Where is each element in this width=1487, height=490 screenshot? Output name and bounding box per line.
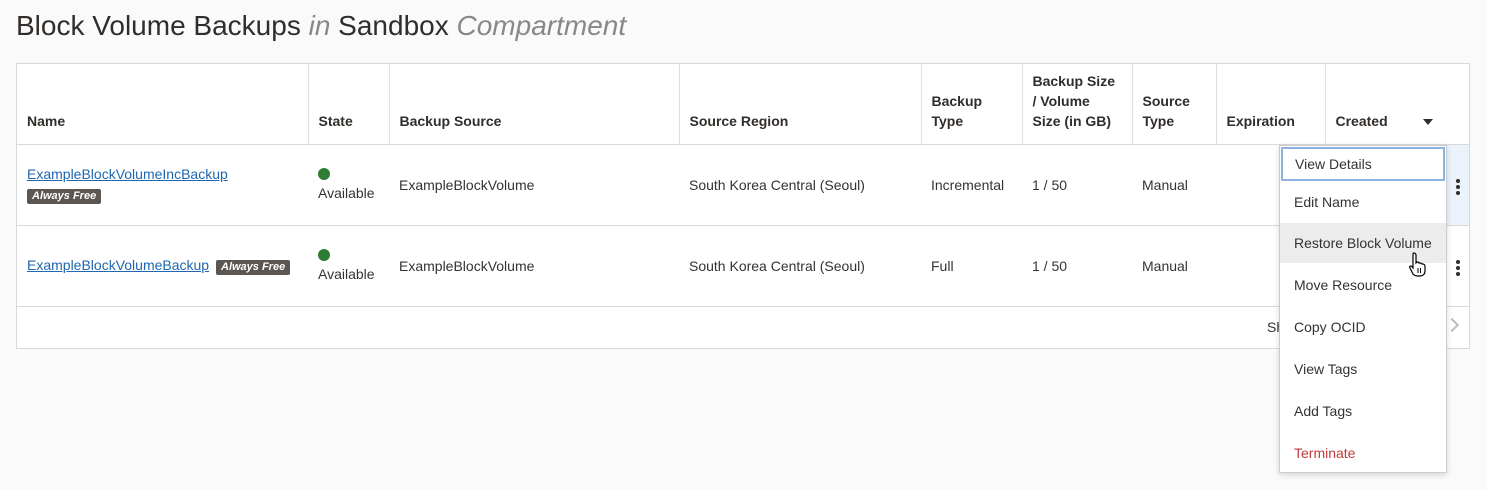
state-cell: Available xyxy=(308,225,389,307)
row-actions-menu: View Details Edit Name Restore Block Vol… xyxy=(1279,145,1447,473)
name-cell: ExampleBlockVolumeBackup Always Free xyxy=(17,225,308,307)
title-main: Block Volume Backups xyxy=(16,10,301,41)
size-cell: 1 / 50 xyxy=(1022,144,1132,226)
always-free-badge: Always Free xyxy=(27,188,102,204)
column-header-backup-type[interactable]: Backup Type xyxy=(921,64,1023,145)
menu-item-view-tags[interactable]: View Tags xyxy=(1280,349,1446,389)
always-free-badge: Always Free xyxy=(216,259,291,275)
source-type-cell: Manual xyxy=(1132,144,1216,226)
backup-source-cell: ExampleBlockVolume xyxy=(389,144,679,226)
state-text: Available xyxy=(318,266,375,282)
status-available-icon xyxy=(318,249,330,261)
state-text: Available xyxy=(318,185,375,201)
menu-item-edit-name[interactable]: Edit Name xyxy=(1280,182,1446,222)
source-region-cell: South Korea Central (Seoul) xyxy=(679,144,921,226)
column-header-name[interactable]: Name xyxy=(17,64,309,145)
status-available-icon xyxy=(318,168,330,180)
menu-item-terminate[interactable]: Terminate xyxy=(1280,433,1446,473)
menu-item-add-tags[interactable]: Add Tags xyxy=(1280,391,1446,431)
page-title: Block Volume Backups in Sandbox Compartm… xyxy=(16,10,626,42)
name-cell: ExampleBlockVolumeIncBackup Always Free xyxy=(17,144,308,226)
source-type-cell: Manual xyxy=(1132,225,1216,307)
column-header-backup-source[interactable]: Backup Source xyxy=(389,64,680,145)
backup-name-link[interactable]: ExampleBlockVolumeIncBackup xyxy=(27,166,228,182)
table-row: ExampleBlockVolumeBackup Always Free Ava… xyxy=(17,225,1469,307)
backups-table: Name State Backup Source Source Region B… xyxy=(16,63,1470,349)
sort-down-icon[interactable] xyxy=(1422,118,1433,125)
state-cell: Available xyxy=(308,144,389,226)
backup-source-cell: ExampleBlockVolume xyxy=(389,225,679,307)
backup-type-cell: Full xyxy=(921,225,1022,307)
backup-name-link[interactable]: ExampleBlockVolumeBackup xyxy=(27,257,209,273)
column-header-source-type[interactable]: Source Type xyxy=(1132,64,1217,145)
column-header-state[interactable]: State xyxy=(308,64,390,145)
source-region-cell: South Korea Central (Seoul) xyxy=(679,225,921,307)
table-row: ExampleBlockVolumeIncBackup Always Free … xyxy=(17,144,1469,226)
row-actions-kebab-icon[interactable] xyxy=(1456,179,1460,197)
created-label: Created xyxy=(1335,112,1388,129)
backup-type-cell: Incremental xyxy=(921,144,1022,226)
size-cell: 1 / 50 xyxy=(1022,225,1132,307)
column-header-source-region[interactable]: Source Region xyxy=(679,64,922,145)
row-actions-kebab-icon[interactable] xyxy=(1456,260,1460,278)
column-header-created[interactable]: Created xyxy=(1325,64,1469,145)
title-compartment-name: Sandbox xyxy=(338,10,449,41)
table-header-row: Name State Backup Source Source Region B… xyxy=(17,64,1469,145)
menu-item-view-details[interactable]: View Details xyxy=(1281,147,1445,181)
chevron-right-icon[interactable] xyxy=(1444,317,1460,333)
hand-cursor-icon xyxy=(1408,252,1426,277)
column-header-expiration[interactable]: Expiration xyxy=(1216,64,1326,145)
title-in: in xyxy=(308,10,331,41)
column-header-size[interactable]: Backup Size / Volume Size (in GB) xyxy=(1022,64,1133,145)
menu-item-copy-ocid[interactable]: Copy OCID xyxy=(1280,307,1446,347)
title-compartment-label: Compartment xyxy=(456,10,627,41)
